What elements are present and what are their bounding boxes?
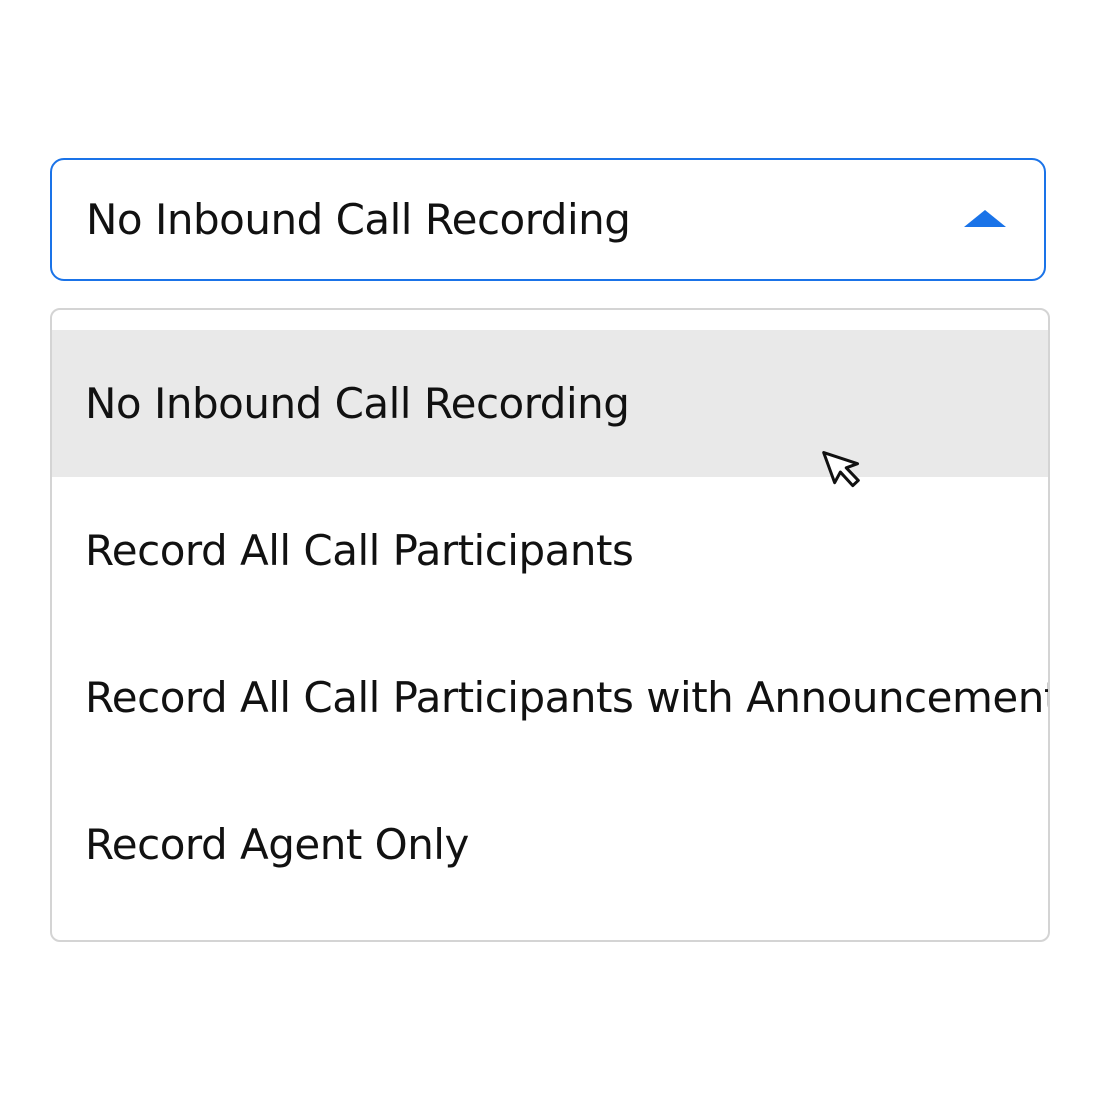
option-label: Record Agent Only — [85, 820, 469, 869]
option-label: Record All Call Participants with Announ… — [85, 673, 1050, 722]
option-record-agent-only[interactable]: Record Agent Only — [52, 771, 1048, 918]
option-label: Record All Call Participants — [85, 526, 634, 575]
caret-up-icon[interactable] — [964, 210, 1006, 227]
option-record-all-with-announcement[interactable]: Record All Call Participants with Announ… — [52, 624, 1048, 771]
recording-mode-select[interactable]: No Inbound Call Recording — [50, 158, 1046, 281]
option-record-all-call-participants[interactable]: Record All Call Participants — [52, 477, 1048, 624]
dropdown-options-list: No Inbound Call Recording Record All Cal… — [50, 308, 1050, 942]
option-label: No Inbound Call Recording — [85, 379, 630, 428]
selected-value: No Inbound Call Recording — [86, 195, 631, 244]
option-no-inbound-call-recording[interactable]: No Inbound Call Recording — [52, 330, 1048, 477]
